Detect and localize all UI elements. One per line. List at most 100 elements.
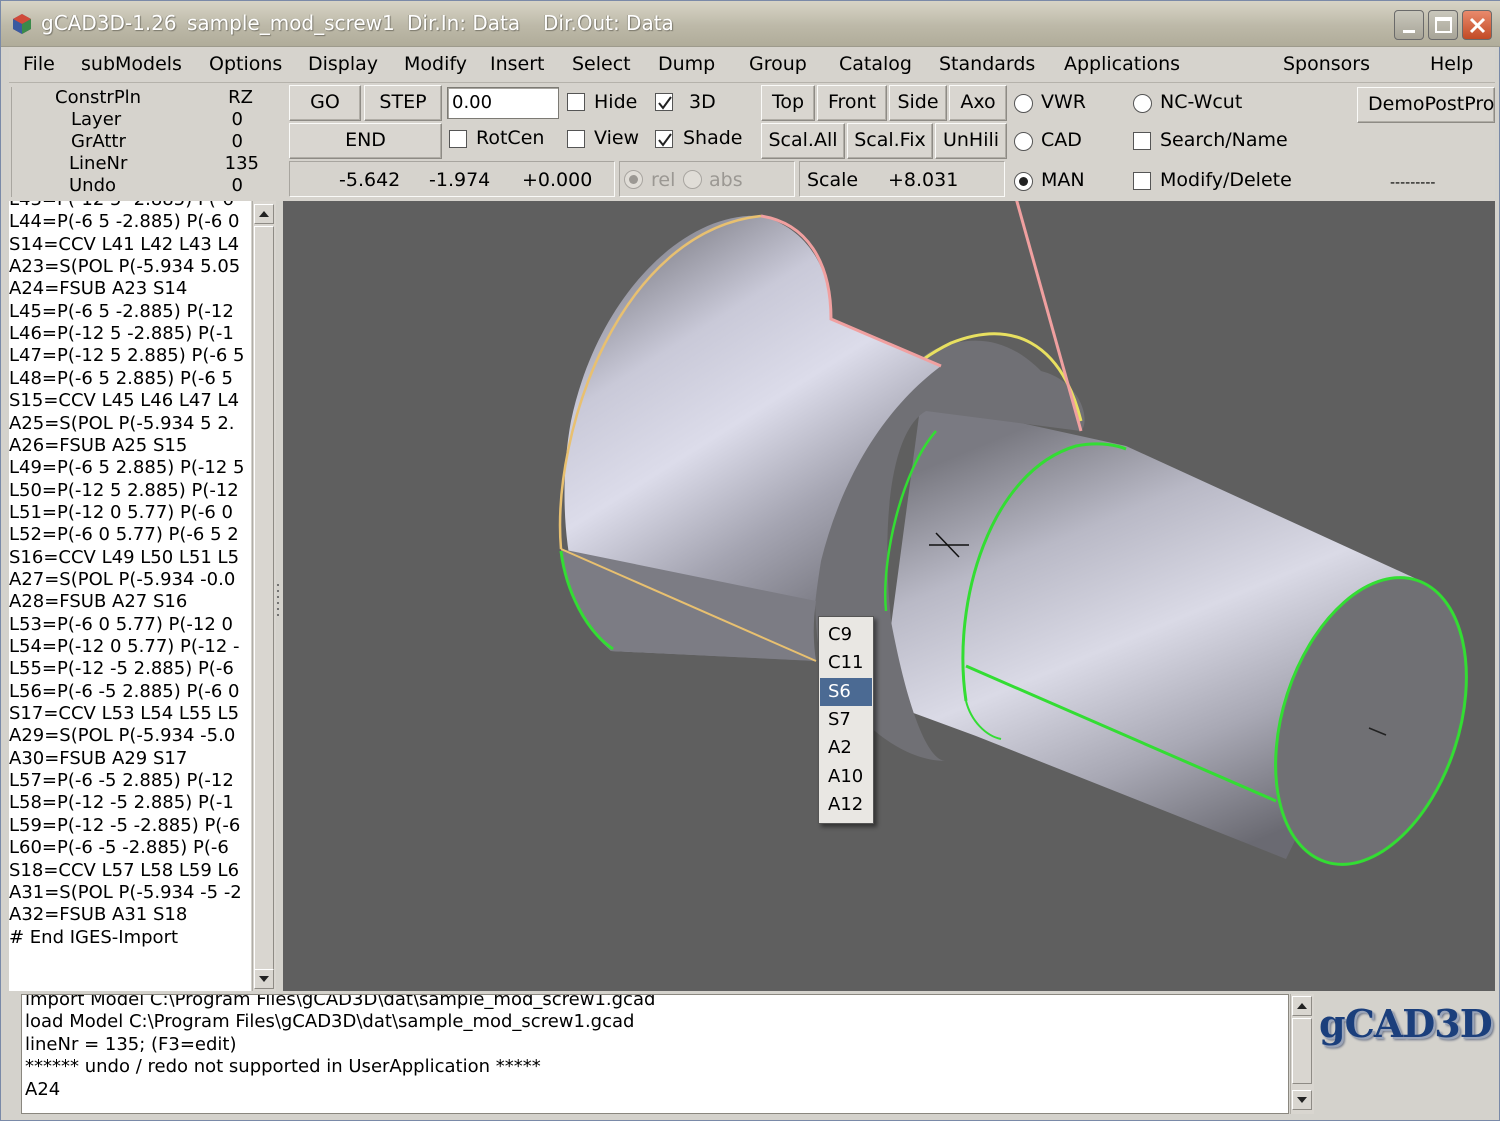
- code-list[interactable]: L43=P(-12 5 -2.885) P(-6L44=P(-6 5 -2.88…: [9, 201, 251, 991]
- demo-post-proc-button[interactable]: DemoPostProc: [1357, 87, 1495, 123]
- scroll-thumb[interactable]: [254, 226, 274, 971]
- code-line[interactable]: L56=P(-6 -5 2.885) P(-6 0: [9, 681, 240, 703]
- code-line[interactable]: A23=S(POL P(-5.934 5.05: [9, 256, 240, 278]
- code-line[interactable]: S18=CCV L57 L58 L59 L6: [9, 860, 239, 882]
- step-button[interactable]: STEP: [364, 85, 442, 121]
- maximize-button[interactable]: [1428, 10, 1458, 40]
- code-line[interactable]: A24=FSUB A23 S14: [9, 278, 187, 300]
- menu-options[interactable]: Options: [209, 53, 282, 75]
- message-line: ****** undo / redo not supported in User…: [25, 1056, 541, 1078]
- vwr-radio[interactable]: [1014, 94, 1033, 113]
- title-bar[interactable]: gCAD3D-1.26 sample_mod_screw1 Dir.In: Da…: [1, 1, 1500, 47]
- code-line[interactable]: A32=FSUB A31 S18: [9, 904, 187, 926]
- menu-group[interactable]: Group: [749, 53, 807, 75]
- code-line[interactable]: A31=S(POL P(-5.934 -5 -2: [9, 882, 242, 904]
- scroll-up-arrow[interactable]: [1292, 996, 1312, 1016]
- popup-item-c9[interactable]: C9: [820, 621, 872, 649]
- code-line[interactable]: L59=P(-12 -5 -2.885) P(-6: [9, 815, 240, 837]
- menu-standards[interactable]: Standards: [939, 53, 1035, 75]
- code-line[interactable]: L48=P(-6 5 2.885) P(-6 5: [9, 368, 233, 390]
- menu-select[interactable]: Select: [572, 53, 631, 75]
- menu-sponsors[interactable]: Sponsors: [1283, 53, 1370, 75]
- code-line[interactable]: L50=P(-12 5 2.885) P(-12: [9, 480, 239, 502]
- coord-y-value: -1.974: [429, 169, 491, 191]
- code-line[interactable]: S14=CCV L41 L42 L43 L4: [9, 234, 239, 256]
- code-line[interactable]: L51=P(-12 0 5.77) P(-6 0: [9, 502, 233, 524]
- menu-catalog[interactable]: Catalog: [839, 53, 912, 75]
- view-front-button[interactable]: Front: [817, 85, 887, 121]
- value-input[interactable]: 0.00: [447, 87, 559, 119]
- code-line[interactable]: L58=P(-12 -5 2.885) P(-1: [9, 792, 234, 814]
- scroll-down-arrow[interactable]: [1292, 1090, 1312, 1110]
- code-line[interactable]: L60=P(-6 -5 -2.885) P(-6: [9, 837, 229, 859]
- code-line[interactable]: S17=CCV L53 L54 L55 L5: [9, 703, 239, 725]
- code-line[interactable]: L53=P(-6 0 5.77) P(-12 0: [9, 614, 233, 636]
- code-line[interactable]: A30=FSUB A29 S17: [9, 748, 187, 770]
- cad-radio[interactable]: [1014, 132, 1033, 151]
- scal-all-button[interactable]: Scal.All: [761, 123, 845, 159]
- view-checkbox[interactable]: [567, 130, 585, 148]
- modify-delete-checkbox[interactable]: [1133, 172, 1151, 190]
- popup-item-a12[interactable]: A12: [820, 791, 872, 819]
- code-line[interactable]: A29=S(POL P(-5.934 -5.0: [9, 725, 235, 747]
- menu-help[interactable]: Help: [1430, 53, 1473, 75]
- code-line[interactable]: A28=FSUB A27 S16: [9, 591, 187, 613]
- shade-checkbox[interactable]: [655, 130, 673, 148]
- code-line[interactable]: A27=S(POL P(-5.934 -0.0: [9, 569, 235, 591]
- search-name-checkbox[interactable]: [1133, 132, 1151, 150]
- unhili-button[interactable]: UnHili: [935, 123, 1007, 159]
- minimize-button[interactable]: [1394, 10, 1424, 40]
- menu-file[interactable]: File: [23, 53, 55, 75]
- code-line[interactable]: A25=S(POL P(-5.934 5 2.: [9, 413, 235, 435]
- code-line[interactable]: L43=P(-12 5 -2.885) P(-6: [9, 201, 234, 211]
- view-top-button[interactable]: Top: [761, 85, 815, 121]
- code-line[interactable]: L57=P(-6 -5 2.885) P(-12: [9, 770, 234, 792]
- scroll-up-arrow[interactable]: [254, 204, 274, 224]
- view-axo-button[interactable]: Axo: [949, 85, 1007, 121]
- menu-insert[interactable]: Insert: [490, 53, 545, 75]
- code-line[interactable]: S15=CCV L45 L46 L47 L4: [9, 390, 239, 412]
- menu-display[interactable]: Display: [308, 53, 378, 75]
- code-line[interactable]: L52=P(-6 0 5.77) P(-6 5 2: [9, 524, 239, 546]
- scal-fix-button[interactable]: Scal.Fix: [847, 123, 933, 159]
- menu-submodels[interactable]: subModels: [81, 53, 182, 75]
- rotcen-checkbox[interactable]: [449, 130, 467, 148]
- hide-checkbox[interactable]: [567, 93, 585, 111]
- three-d-checkbox[interactable]: [655, 93, 673, 111]
- code-line[interactable]: L45=P(-6 5 -2.885) P(-12: [9, 301, 234, 323]
- code-line[interactable]: L46=P(-12 5 -2.885) P(-1: [9, 323, 234, 345]
- code-list-scrollbar[interactable]: [252, 201, 276, 991]
- code-line[interactable]: L55=P(-12 -5 2.885) P(-6: [9, 658, 234, 680]
- rel-radio[interactable]: [624, 170, 643, 189]
- code-line[interactable]: L54=P(-12 0 5.77) P(-12 -: [9, 636, 240, 658]
- man-radio[interactable]: [1014, 172, 1033, 191]
- popup-item-a2[interactable]: A2: [820, 734, 872, 762]
- model-render[interactable]: [283, 201, 1495, 991]
- popup-item-s7[interactable]: S7: [820, 706, 872, 734]
- popup-item-s6[interactable]: S6: [820, 677, 872, 706]
- scroll-thumb[interactable]: [1292, 1018, 1312, 1084]
- nc-wcut-radio[interactable]: [1133, 94, 1152, 113]
- code-line[interactable]: L49=P(-6 5 2.885) P(-12 5: [9, 457, 244, 479]
- menu-modify[interactable]: Modify: [404, 53, 467, 75]
- popup-item-c11[interactable]: C11: [820, 649, 872, 677]
- end-button[interactable]: END: [289, 123, 442, 159]
- abs-radio[interactable]: [683, 170, 702, 189]
- view-side-button[interactable]: Side: [889, 85, 947, 121]
- close-button[interactable]: [1462, 10, 1492, 40]
- code-line[interactable]: L44=P(-6 5 -2.885) P(-6 0: [9, 211, 240, 233]
- app-window: gCAD3D-1.26 sample_mod_screw1 Dir.In: Da…: [0, 0, 1500, 1121]
- menu-applications[interactable]: Applications: [1064, 53, 1180, 75]
- message-log[interactable]: import Model C:\Program Files\gCAD3D\dat…: [21, 994, 1289, 1114]
- message-log-scrollbar[interactable]: [1290, 994, 1314, 1114]
- 3d-viewport[interactable]: [283, 201, 1495, 991]
- code-line[interactable]: L47=P(-12 5 2.885) P(-6 5: [9, 345, 244, 367]
- menu-dump[interactable]: Dump: [658, 53, 715, 75]
- code-line[interactable]: S16=CCV L49 L50 L51 L5: [9, 547, 239, 569]
- code-line[interactable]: # End IGES-Import: [9, 927, 178, 949]
- scroll-down-arrow[interactable]: [254, 969, 274, 989]
- pane-splitter-handle[interactable]: [276, 581, 280, 621]
- popup-item-a10[interactable]: A10: [820, 763, 872, 791]
- code-line[interactable]: A26=FSUB A25 S15: [9, 435, 187, 457]
- go-button[interactable]: GO: [289, 85, 361, 121]
